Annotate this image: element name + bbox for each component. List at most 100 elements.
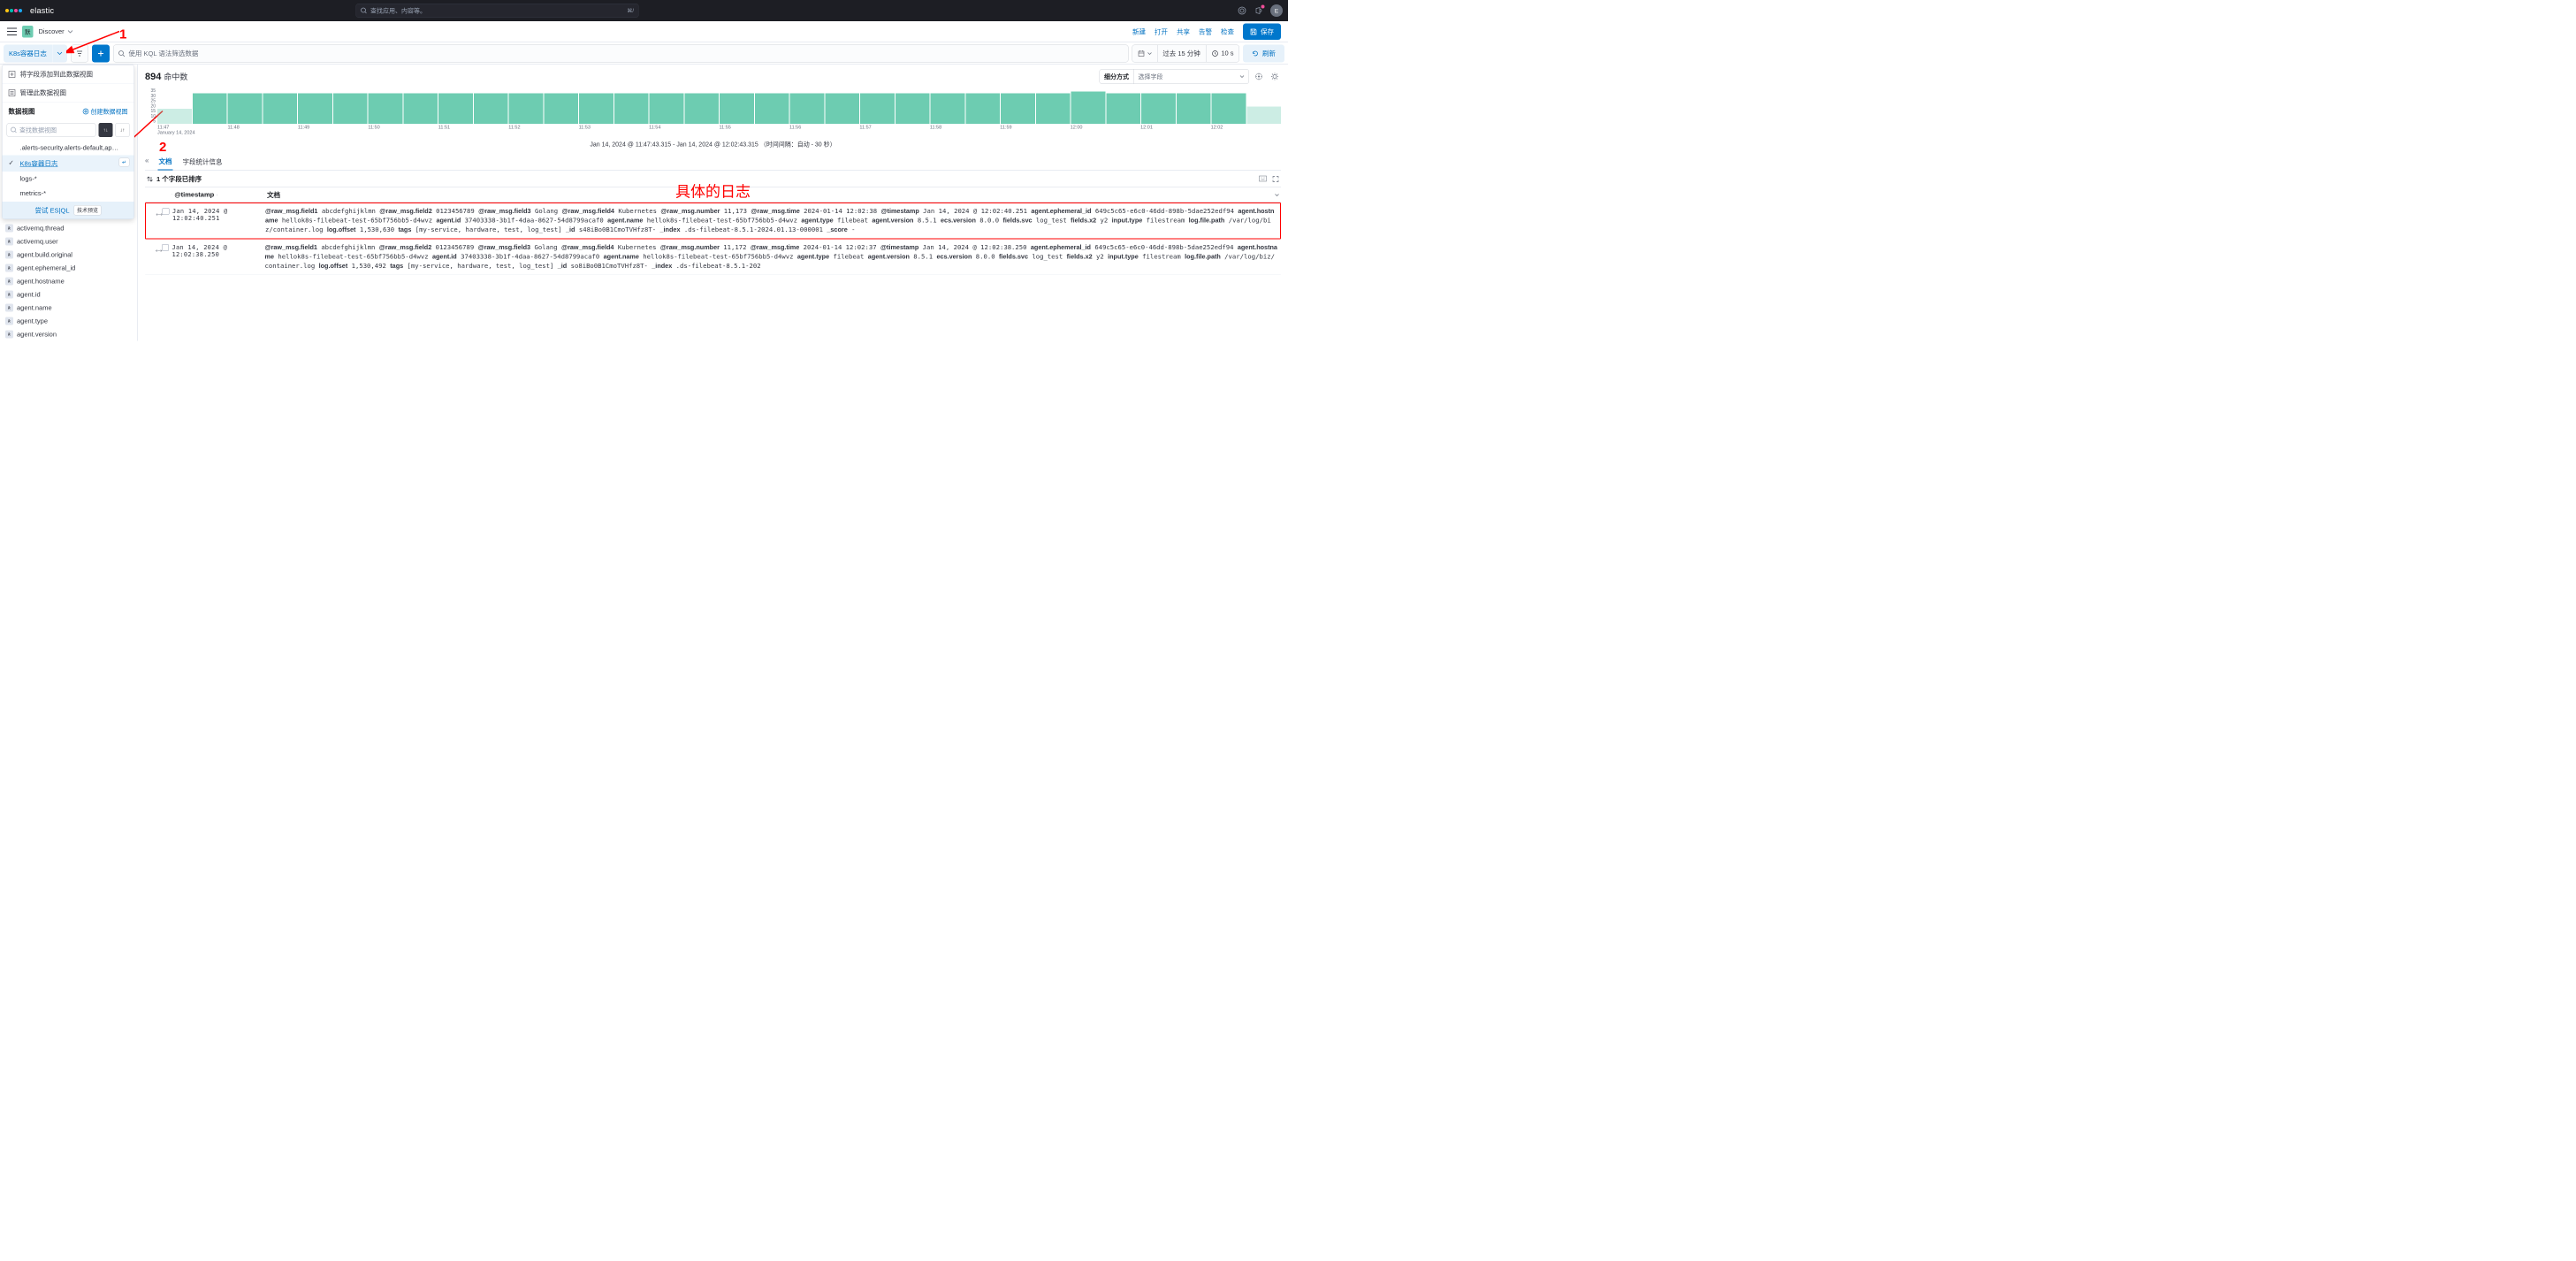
save-label: 保存 <box>1261 27 1274 37</box>
refresh-button[interactable]: 刷新 <box>1243 44 1284 62</box>
elastic-logo-icon <box>5 9 22 12</box>
hits-text: 894 命中数 <box>145 71 187 82</box>
histogram-bar[interactable] <box>650 94 684 124</box>
histogram-bar[interactable] <box>333 94 368 124</box>
help-icon[interactable] <box>1237 5 1247 16</box>
field-item[interactable]: kagent.id <box>0 288 138 302</box>
histogram-bar[interactable] <box>790 94 825 124</box>
news-icon[interactable] <box>1254 5 1264 16</box>
clock-icon <box>1211 50 1218 57</box>
breakdown-select[interactable]: 细分方式 选择字段 <box>1100 69 1250 84</box>
field-item[interactable]: kagent.name <box>0 302 138 315</box>
user-avatar[interactable]: E <box>1270 4 1283 17</box>
kql-input[interactable]: 使用 KQL 语法筛选数据 <box>113 44 1128 62</box>
expand-row[interactable]: ⤢ <box>146 243 159 271</box>
histogram-bar[interactable] <box>228 94 263 124</box>
chart-options-icon[interactable] <box>1253 71 1265 83</box>
histogram-bar[interactable] <box>193 94 227 124</box>
space-badge[interactable]: 默 <box>22 26 34 38</box>
sort-desc-button[interactable]: ↓↑ <box>116 123 130 137</box>
histogram-bar[interactable] <box>1106 94 1140 124</box>
add-filter-button[interactable] <box>92 44 110 62</box>
keyboard-icon[interactable] <box>1259 175 1267 182</box>
histogram-bar[interactable] <box>1141 94 1176 124</box>
add-field-row[interactable]: 将字段添加到此数据视图 <box>3 65 134 84</box>
data-view-search-input[interactable]: 查找数据视图 <box>7 123 96 137</box>
histogram-bar[interactable] <box>438 94 473 124</box>
field-item[interactable]: kactivemq.thread <box>0 222 138 235</box>
histogram-bar[interactable] <box>1036 94 1071 124</box>
histogram-bar[interactable] <box>684 94 719 124</box>
histogram-bar[interactable] <box>755 94 789 124</box>
calendar-button[interactable] <box>1132 45 1158 62</box>
open-button[interactable]: 打开 <box>1155 27 1168 37</box>
histogram[interactable]: 3530252015105 11:4711:4811:4911:5011:511… <box>145 88 1281 149</box>
field-name: agent.version <box>17 331 57 339</box>
new-button[interactable]: 新建 <box>1132 27 1146 37</box>
histogram-bar[interactable] <box>157 109 192 124</box>
settings-icon[interactable] <box>1269 71 1281 83</box>
field-item[interactable]: kactivemq.user <box>0 235 138 248</box>
histogram-bar[interactable] <box>1001 94 1035 124</box>
filter-icon-button[interactable] <box>71 44 88 62</box>
data-view-item[interactable]: metrics-* <box>3 187 134 202</box>
histogram-bar[interactable] <box>298 94 332 124</box>
data-view-chevron[interactable] <box>52 44 67 62</box>
row-timestamp: Jan 14, 2024 @ 12:02:38.250 <box>172 243 265 271</box>
histogram-bar[interactable] <box>1246 107 1281 124</box>
data-view-item[interactable]: .alerts-security.alerts-default,ap… <box>3 141 134 156</box>
app-switcher[interactable]: Discover <box>39 28 73 36</box>
menu-icon[interactable] <box>7 27 17 36</box>
refresh-interval[interactable]: 10 s <box>1206 45 1238 62</box>
share-button[interactable]: 共享 <box>1177 27 1190 37</box>
histogram-bar[interactable] <box>263 94 297 124</box>
histogram-bar[interactable] <box>544 94 578 124</box>
histogram-bar[interactable] <box>403 94 438 124</box>
esql-bar[interactable]: 尝试 ES|QL 技术预览 <box>3 202 134 219</box>
sort-asc-button[interactable]: ↑↓ <box>99 123 113 137</box>
field-item[interactable]: kagent.build.original <box>0 248 138 262</box>
data-view-search-row: 查找数据视图 ↑↓ ↓↑ <box>3 120 134 140</box>
field-type-icon: k <box>5 278 13 286</box>
field-item[interactable]: kagent.version <box>0 328 138 341</box>
histogram-bar[interactable] <box>896 94 930 124</box>
fullscreen-icon[interactable] <box>1272 175 1279 182</box>
data-view-button[interactable]: K8s容器日志 <box>4 44 52 62</box>
data-view-item[interactable]: logs-* <box>3 172 134 187</box>
histogram-bar[interactable] <box>1212 94 1246 124</box>
global-search-input[interactable]: 查找应用、内容等。 ⌘/ <box>356 4 639 18</box>
create-data-view[interactable]: 创建数据视图 <box>83 107 128 116</box>
inspect-button[interactable]: 检查 <box>1221 27 1234 37</box>
tab-documents[interactable]: 文档 <box>157 153 172 171</box>
field-item[interactable]: kagent.ephemeral_id <box>0 262 138 275</box>
th-document[interactable]: 文档 <box>264 190 280 200</box>
histogram-bar[interactable] <box>1177 94 1211 124</box>
tab-field-stats[interactable]: 字段统计信息 <box>181 154 223 171</box>
save-button[interactable]: 保存 <box>1243 24 1281 41</box>
histogram-bar[interactable] <box>614 94 649 124</box>
collapse-chevron-icon[interactable]: « <box>145 157 149 164</box>
histogram-bar[interactable] <box>825 94 859 124</box>
field-item[interactable]: kagent.type <box>0 315 138 328</box>
histogram-bar[interactable] <box>1071 91 1106 124</box>
expand-row[interactable]: ⤢ <box>146 207 159 235</box>
histogram-bar[interactable] <box>965 94 1000 124</box>
time-range-label[interactable]: 过去 15 分钟 <box>1157 45 1206 62</box>
hits-count: 894 <box>145 71 161 82</box>
th-timestamp[interactable]: @timestamp <box>171 191 264 199</box>
histogram-bar[interactable] <box>931 94 965 124</box>
histogram-bar[interactable] <box>860 94 895 124</box>
chevron-down-icon[interactable] <box>1275 193 1279 197</box>
histogram-bar[interactable] <box>369 94 403 124</box>
data-view-item[interactable]: K8s容器日志↵ <box>3 156 134 172</box>
breakdown-field[interactable]: 选择字段 <box>1134 70 1249 84</box>
histogram-bar[interactable] <box>579 94 614 124</box>
manage-row[interactable]: 管理此数据视图 <box>3 84 134 103</box>
field-item[interactable]: kagent.hostname <box>0 275 138 288</box>
preview-pill: 技术预览 <box>74 205 102 216</box>
time-picker[interactable]: 过去 15 分钟 10 s <box>1132 44 1239 62</box>
histogram-bar[interactable] <box>720 94 754 124</box>
histogram-bar[interactable] <box>509 94 544 124</box>
alert-button[interactable]: 告警 <box>1199 27 1212 37</box>
histogram-bar[interactable] <box>474 94 508 124</box>
